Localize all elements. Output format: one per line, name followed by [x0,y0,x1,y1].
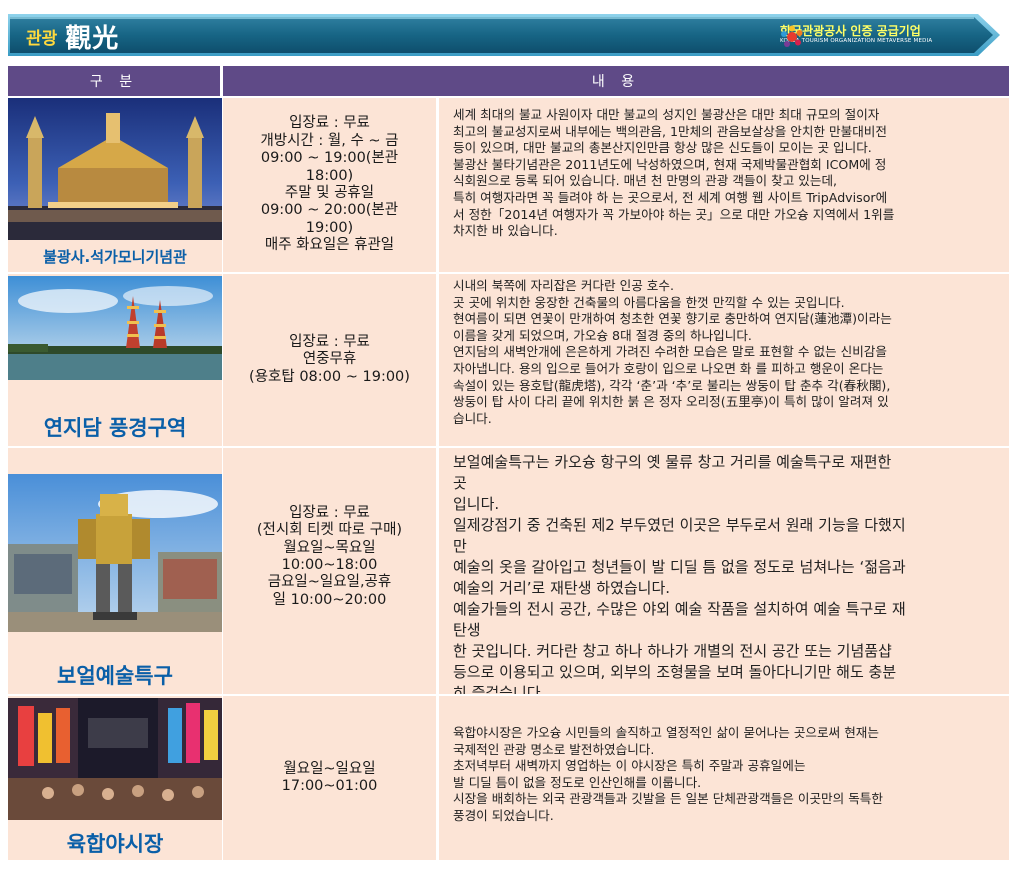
desc-line: 차지한 바 있습니다. [453,223,558,239]
desc-line: 육합야시장은 가오슝 시민들의 솔직하고 열정적인 삶이 묻어나는 곳으로써 현… [453,725,879,740]
info-line: 17:00~01:00 [281,778,378,794]
row-4-name: 육합야시장 [66,832,164,856]
desc-line: 자아냅니다. 용의 입으로 들어가 호랑이 입으로 나오면 화 를 피하고 행운… [453,361,884,377]
temple-photo [8,98,222,240]
night-market-photo [8,698,222,820]
info-line: 입장료 : 무료 [289,115,370,132]
row-4-category: 육합야시장 [8,696,222,860]
info-line: 09:00 ~ 20:00(본관 [260,202,399,219]
info-line: (전시회 티켓 따로 구매) [256,522,403,539]
row-4-info: 월요일~일요일 17:00~01:00 [223,696,436,860]
info-line: 입장료 : 무료 [289,504,370,521]
desc-line: 초저녁부터 새벽까지 영업하는 이 야시장은 특히 주말과 공휴일에는 [453,758,806,774]
row-1-category: 불광사.석가모니기념관 [8,98,222,272]
title-korean: 관광 [26,28,58,49]
row-2-description: 시내의 북쪽에 자리잡은 커다란 인공 호수. 곳 곳에 위치한 웅장한 건축물… [439,274,1009,446]
desc-line: 서 정한「2014년 여행자가 꼭 가보아야 하는 곳」으로 대만 가오슝 지역… [453,206,895,222]
row-3-description: 보얼예술특구는 카오슝 항구의 옛 물류 창고 거리를 예술특구로 재편한 곳 … [439,448,1009,694]
row-1-name: 불광사.석가모니기념관 [43,248,187,266]
desc-line: 습니다. [453,410,492,426]
desc-line: 예술가들의 전시 공간, 수많은 야외 예술 작품을 설치하여 예술 특구로 재 [453,600,906,618]
info-line: 18:00) [305,167,354,184]
desc-line: 예술의 옷을 갈아입고 청년들이 발 디딜 틈 없을 정도로 넘쳐나는 ‘젊음과 [453,558,906,576]
desc-line: 식회원으로 등록 되어 있습니다. 매년 천 만명의 관광 객들이 찾고 있는데… [453,173,838,189]
info-line: 09:00 ~ 19:00(본관 [260,150,399,167]
desc-line: 등이 있으며, 대만 불교의 총본산지인만큼 항상 많은 신도들이 모이는 곳 … [453,140,872,156]
desc-line: 탄생 [453,621,481,639]
info-line: 19:00) [305,219,354,236]
desc-line: 최고의 불교성지로써 내부에는 백의관음, 1만체의 관음보살상을 안치한 만불… [453,123,887,139]
row-1-info: 입장료 : 무료 개방시간 : 월, 수 ~ 금 09:00 ~ 19:00(본… [223,98,436,272]
desc-line: 연지담의 새벽안개에 은은하게 가려진 수려한 모습은 말로 표현할 수 없는 … [453,344,887,360]
attractions-table: 구 분 내 용 불광사.석가모니기념관 입장료: 무료 개방시간: 월, 수… [8,66,1010,860]
info-line: 주말 및 공휴일 [284,185,375,201]
row-2-info: 입장료 : 무료 연중무휴 (용호탑 08:00 ~ 19:00) [223,274,436,446]
desc-line: 이름을 갖게 되었으며, 가오슝 8대 절경 중의 하나입니다. [453,327,752,343]
header-content: 내 용 [223,66,1009,96]
kto-logo-icon [781,25,803,47]
info-line: 연중무휴 [302,351,357,368]
desc-line: 입니다. [453,495,500,513]
desc-line: 시장을 배회하는 외국 관광객들과 깃발을 든 일본 단체관광객들은 이곳만의 … [453,791,883,807]
desc-line: 한 곳입니다. 커다란 창고 하나 하나가 개별의 전시 공간 또는 기념품샵 [453,642,892,660]
row-2-category: 연지담 풍경구역 [8,274,222,446]
info-line: 매주 화요일은 휴관일 [264,237,395,254]
info-line: 개방시간 : 월, 수 ~ 금 [260,132,399,149]
desc-line: 특히 여행자라면 꼭 들려야 하 는 곳으로서, 전 세계 여행 웹 사이트 T… [453,190,888,206]
desc-line: 발 디딜 틈이 없을 정도로 인산인해를 이룹니다. [453,774,702,790]
desc-line: 현여름이 되면 연꽃이 만개하여 청초한 연꽃 향기로 충만하여 연지담(蓮池潭… [453,311,892,327]
info-line: 입장료 : 무료 [289,333,370,350]
desc-line: 곳 [453,474,467,492]
desc-line: 불광산 불타기념관은 2011년도에 낙성하였으며, 현재 국제박물관협회 IC… [453,156,887,172]
desc-line: 속설이 있는 용호탑(龍虎塔), 각각 ‘춘’과 ‘추’로 불리는 쌍둥이 탑 … [453,377,891,393]
desc-line: 시내의 북쪽에 자리잡은 커다란 인공 호수. [453,278,674,293]
row-3-name: 보얼예술특구 [57,664,173,688]
desc-line: 쌍둥이 탑 사이 다리 끝에 위치한 붉 은 정자 오리정(五里亭)이 특히 많… [453,394,889,410]
desc-line: 국제적인 관광 명소로 발전하였습니다. [453,741,655,757]
kto-logo: 한국관광공사 인증 공급기업 KOREA TOURISM ORGANIZATIO… [780,25,932,47]
desc-line: 예술의 거리’로 재탄생 하였습니다. [453,579,671,597]
info-line: 월요일~목요일 [283,539,376,556]
header-banner: 관광 觀光 한국관광공사 인증 공급기업 KOREA TOURISM ORGAN… [8,8,1002,62]
info-line: (용호탑 08:00 ~ 19:00) [249,368,410,385]
header-category: 구 분 [8,66,220,96]
row-3-category: 보얼예술특구 [8,448,222,694]
info-line: 일 10:00~20:00 [272,591,387,608]
desc-line: 세계 최대의 불교 사원이자 대만 불교의 성지인 불광산은 대만 최대 규모의… [453,107,880,122]
row-2-name: 연지담 풍경구역 [43,416,187,440]
desc-line: 보얼예술특구는 카오슝 항구의 옛 물류 창고 거리를 예술특구로 재편한 [453,453,892,471]
info-line: 월요일~일요일 [283,760,376,777]
desc-line: 만 [453,537,467,555]
desc-line: 등으로 이용되고 있으며, 외부의 조형물을 보며 돌아다니기만 해도 충분 [453,663,897,681]
desc-line: 풍경이 되었습니다. [453,808,554,824]
art-district-photo [8,474,222,632]
info-line: 금요일~일요일,공휴 [267,574,392,591]
desc-line: 일제강점기 중 건축된 제2 부두였던 이곳은 부두로서 원래 기능을 다했지 [453,516,906,534]
row-3-info: 입장료 : 무료 (전시회 티켓 따로 구매) 월요일~목요일 10:00~18… [223,448,436,694]
pagoda-photo [8,276,222,380]
desc-line: 히 즐겁습니다. [453,684,546,694]
row-1-description: 세계 최대의 불교 사원이자 대만 불교의 성지인 불광산은 대만 최대 규모의… [439,98,1009,272]
desc-line: 곳 곳에 위치한 웅장한 건축물의 아름다움을 한껏 만끽할 수 있는 곳입니다… [453,294,845,310]
row-4-description: 육합야시장은 가오슝 시민들의 솔직하고 열정적인 삶이 묻어나는 곳으로써 현… [439,696,1009,860]
title-chinese: 觀光 [65,23,120,54]
banner-title: 관광 觀光 [26,20,120,54]
info-line: 10:00~18:00 [281,557,378,573]
